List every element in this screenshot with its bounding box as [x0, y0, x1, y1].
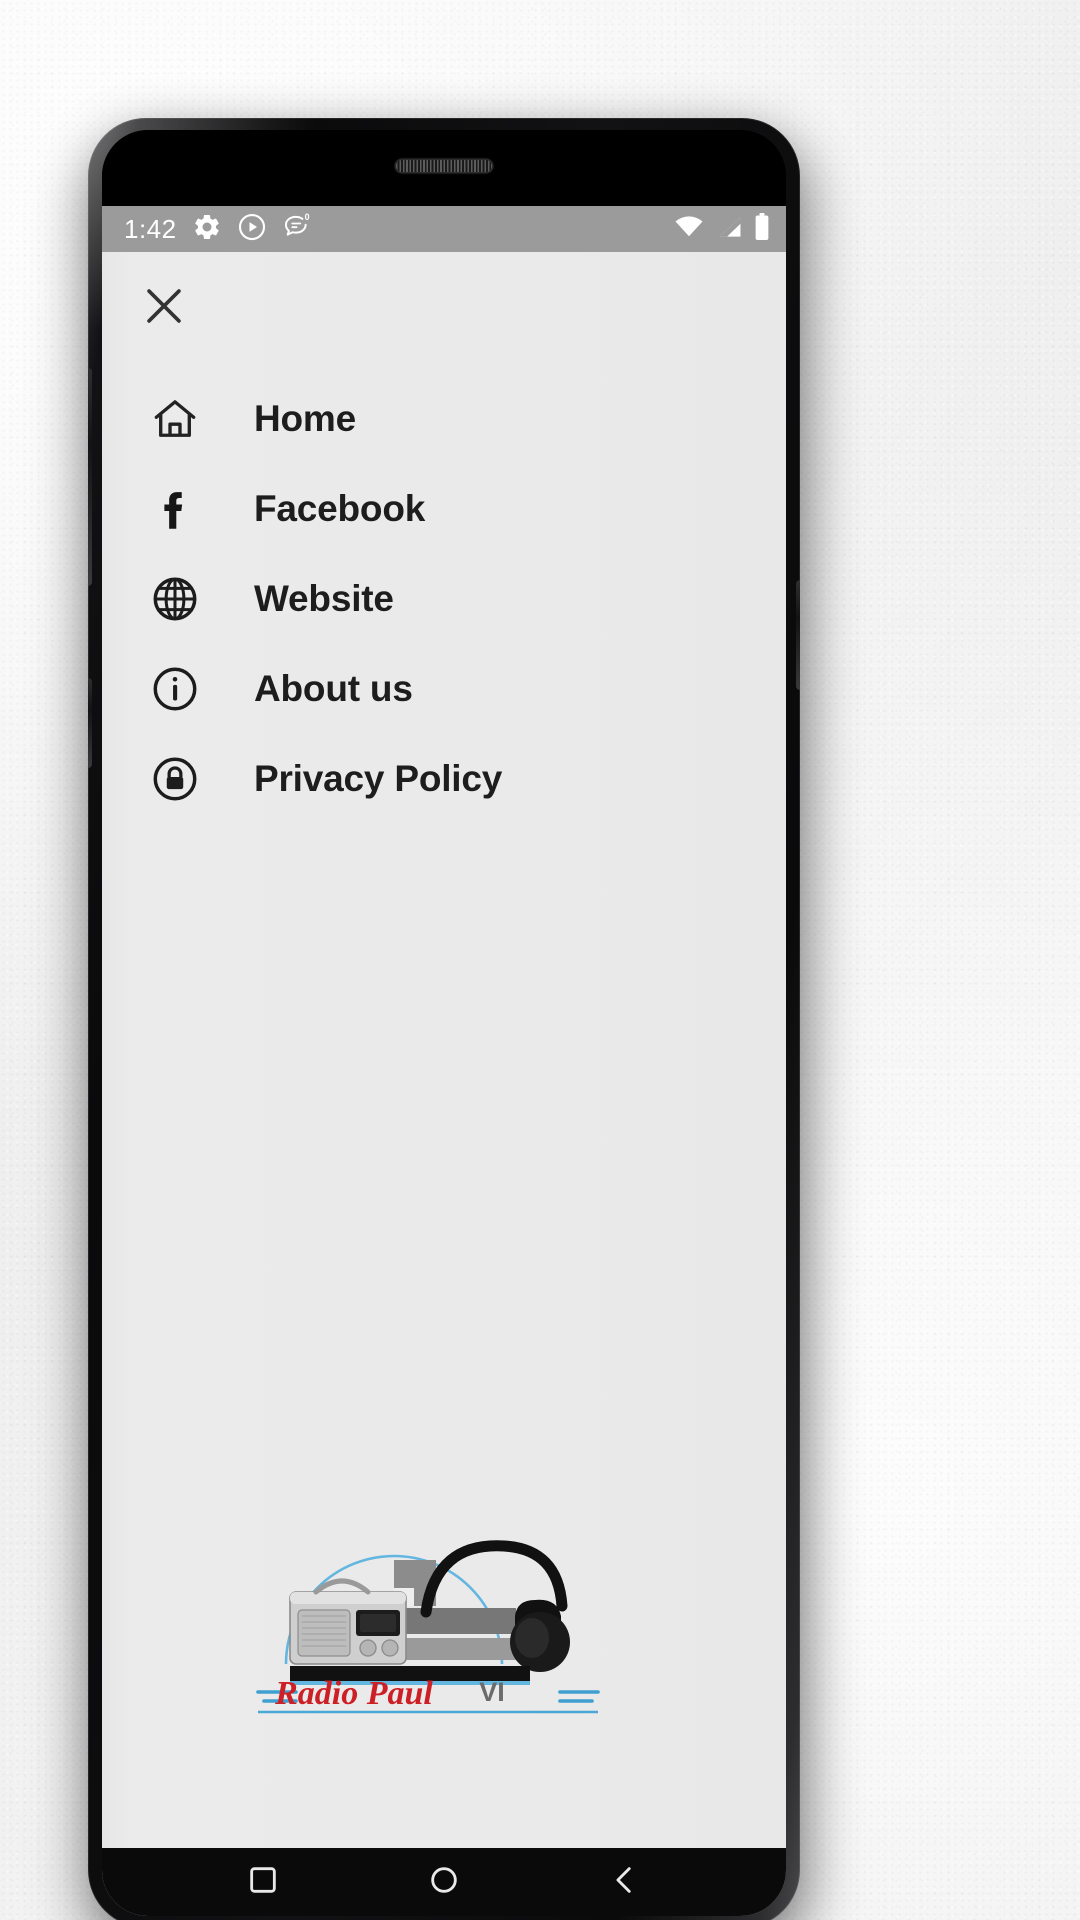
power-button[interactable] — [796, 580, 800, 690]
close-icon — [141, 283, 187, 334]
logo-brand-suffix: VI — [479, 1677, 505, 1707]
svg-text:0: 0 — [304, 212, 309, 222]
screen-top-bezel — [102, 130, 786, 206]
phone-device: 1:42 0 Home Facebook Website About us Pr… — [88, 118, 800, 1920]
cellular-signal-icon — [715, 215, 743, 244]
message-badge-icon: 0 — [282, 212, 314, 247]
status-bar-right — [674, 212, 770, 246]
facebook-icon — [146, 480, 204, 538]
menu-item-label: About us — [254, 668, 413, 709]
menu-item-label: Website — [254, 578, 394, 619]
status-bar-left: 1:42 0 — [124, 212, 314, 247]
assistant-button[interactable] — [88, 678, 92, 768]
home-icon — [146, 390, 204, 448]
accent-lines-right — [558, 1690, 600, 1703]
volume-button[interactable] — [88, 368, 92, 586]
close-button[interactable] — [132, 276, 196, 340]
menu-item-website[interactable]: Website — [102, 554, 786, 644]
home-button[interactable] — [427, 1863, 461, 1902]
status-clock: 1:42 — [124, 213, 177, 244]
info-circle-icon — [146, 660, 204, 718]
status-bar: 1:42 0 — [102, 206, 786, 252]
globe-icon — [146, 570, 204, 628]
logo-brand-script: Radio Paul — [274, 1675, 433, 1712]
gear-icon — [192, 212, 222, 247]
lock-circle-icon — [146, 750, 204, 808]
menu-item-privacy-policy[interactable]: Privacy Policy — [102, 734, 786, 824]
radio-paul-vi-logo: Radio Paul VI — [256, 1540, 600, 1714]
recents-button[interactable] — [246, 1863, 280, 1902]
radio-illustration — [289, 1578, 407, 1665]
menu-item-facebook[interactable]: Facebook — [102, 464, 786, 554]
menu-item-label: Privacy Policy — [254, 758, 503, 799]
earpiece-speaker — [396, 160, 492, 172]
menu-item-home[interactable]: Home — [102, 374, 786, 464]
phone-screen: 1:42 0 Home Facebook Website About us Pr… — [102, 130, 786, 1916]
play-circle-icon — [237, 212, 267, 247]
menu-item-about-us[interactable]: About us — [102, 644, 786, 734]
drawer-menu: Home Facebook Website About us Privacy P… — [102, 374, 786, 824]
back-button[interactable] — [608, 1863, 642, 1902]
drawer-header — [102, 252, 786, 340]
battery-icon — [754, 212, 770, 246]
system-navigation-bar — [102, 1848, 786, 1916]
menu-item-label: Facebook — [254, 488, 426, 529]
navigation-drawer: Home Facebook Website About us Privacy P… — [102, 252, 786, 1916]
app-logo: Radio Paul VI — [102, 1496, 786, 1726]
wifi-icon — [674, 215, 704, 244]
menu-item-label: Home — [254, 398, 356, 439]
